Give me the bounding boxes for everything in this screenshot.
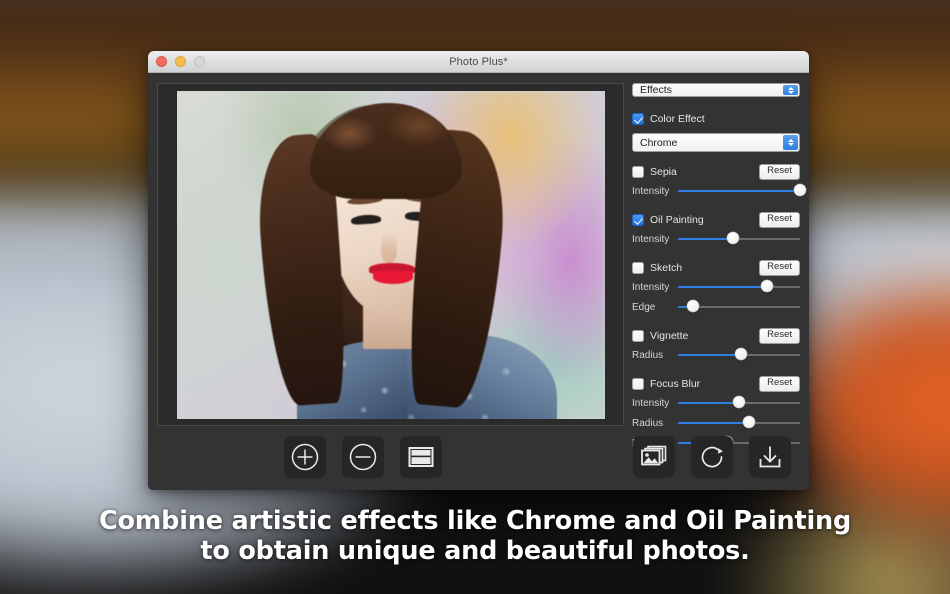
save-download-button[interactable]: [748, 436, 791, 478]
label-color-effect: Color Effect: [650, 113, 705, 125]
window-title: Photo Plus*: [449, 55, 508, 68]
slider-oil-painting-intensity[interactable]: [678, 232, 800, 246]
chevron-updown-icon[interactable]: [783, 85, 798, 95]
bottom-toolbar: [148, 426, 809, 490]
window-titlebar[interactable]: Photo Plus*: [148, 51, 809, 73]
checkbox-sepia[interactable]: [632, 166, 644, 178]
group-sepia: Sepia Reset Intensity: [632, 164, 806, 200]
save-download-icon: [759, 446, 781, 468]
focus-blur-row: Focus Blur Reset: [632, 376, 800, 392]
zoom-in-icon: [291, 443, 318, 471]
reset-rotate-button[interactable]: [690, 436, 733, 478]
chevron-updown-icon[interactable]: [783, 135, 798, 150]
image-canvas[interactable]: [157, 83, 624, 426]
label-oil-painting-intensity: Intensity: [632, 233, 670, 245]
oil-painting-row: Oil Painting Reset: [632, 212, 800, 228]
photo-library-icon: [641, 445, 667, 466]
panel-mode-select[interactable]: Effects: [632, 83, 800, 97]
label-vignette-radius: Radius: [632, 349, 664, 361]
color-effect-preset-select[interactable]: Chrome: [632, 133, 800, 152]
zoom-in-button[interactable]: [283, 436, 326, 478]
photo-library-button[interactable]: [632, 436, 675, 478]
app-window: Photo Plus* Effects Color Effect Chrome …: [148, 51, 809, 490]
slider-focus-blur-intensity[interactable]: [678, 396, 800, 410]
reset-button-oil-painting[interactable]: Reset: [759, 212, 800, 228]
marketing-caption: Combine artistic effects like Chrome and…: [0, 506, 950, 566]
zoom-controls-group: [262, 436, 442, 478]
reset-rotate-icon: [701, 446, 723, 468]
sketch-row: Sketch Reset: [632, 260, 800, 276]
caption-line-2: to obtain unique and beautiful photos.: [200, 536, 750, 567]
slider-row-sketch-intensity: Intensity: [632, 278, 800, 296]
label-sepia-intensity: Intensity: [632, 185, 670, 197]
group-vignette: Vignette Reset Radius: [632, 328, 800, 364]
zoom-out-button[interactable]: [341, 436, 384, 478]
zoom-out-icon: [349, 443, 376, 471]
slider-row-oil-painting-intensity: Intensity: [632, 230, 800, 248]
action-buttons-group: [632, 436, 791, 478]
fit-to-window-icon: [408, 447, 434, 467]
slider-row-vignette-radius: Radius: [632, 346, 800, 364]
content-area: Effects Color Effect Chrome Sepia Reset …: [148, 73, 809, 449]
caption-line-1: Combine artistic effects like Chrome and…: [98, 506, 852, 536]
checkbox-focus-blur[interactable]: [632, 378, 644, 390]
slider-row-sketch-edge: Edge: [632, 298, 800, 316]
slider-sketch-intensity[interactable]: [678, 280, 800, 294]
label-focus-blur: Focus Blur: [650, 378, 701, 390]
checkbox-vignette[interactable]: [632, 330, 644, 342]
reset-button-vignette[interactable]: Reset: [759, 328, 800, 344]
vignette-row: Vignette Reset: [632, 328, 800, 344]
slider-row-focus-blur-intensity: Intensity: [632, 394, 800, 412]
color-effect-row: Color Effect: [632, 111, 800, 127]
group-oil-painting: Oil Painting Reset Intensity: [632, 212, 800, 248]
slider-sepia-intensity[interactable]: [678, 184, 806, 198]
label-sepia: Sepia: [650, 166, 677, 178]
group-sketch: Sketch Reset Intensity Edge: [632, 260, 800, 316]
group-color-effect: Color Effect Chrome: [632, 111, 800, 152]
label-vignette: Vignette: [650, 330, 689, 342]
label-sketch: Sketch: [650, 262, 683, 274]
label-oil-painting: Oil Painting: [650, 214, 704, 226]
color-effect-preset-value: Chrome: [640, 136, 678, 149]
label-sketch-edge: Edge: [632, 301, 656, 313]
slider-row-sepia-intensity: Intensity: [632, 182, 806, 200]
label-focus-blur-intensity: Intensity: [632, 397, 670, 409]
photo-portrait-subject: [177, 91, 605, 419]
checkbox-sketch[interactable]: [632, 262, 644, 274]
effects-panel: Effects Color Effect Chrome Sepia Reset …: [632, 83, 806, 449]
fit-to-window-button[interactable]: [399, 436, 442, 478]
portrait-lower-lip: [372, 270, 413, 284]
portrait-nose: [380, 230, 397, 263]
label-sketch-intensity: Intensity: [632, 281, 670, 293]
edited-photo: [176, 90, 605, 419]
sepia-row: Sepia Reset: [632, 164, 800, 180]
checkbox-oil-painting[interactable]: [632, 214, 644, 226]
reset-button-sketch[interactable]: Reset: [759, 260, 800, 276]
panel-mode-value: Effects: [640, 84, 672, 96]
checkbox-color-effect[interactable]: [632, 113, 644, 125]
slider-vignette-radius[interactable]: [678, 348, 800, 362]
reset-button-sepia[interactable]: Reset: [759, 164, 800, 180]
reset-button-focus-blur[interactable]: Reset: [759, 376, 800, 392]
window-body: Effects Color Effect Chrome Sepia Reset …: [148, 73, 809, 490]
slider-sketch-edge[interactable]: [678, 300, 800, 314]
portrait-hair-top: [309, 102, 462, 199]
